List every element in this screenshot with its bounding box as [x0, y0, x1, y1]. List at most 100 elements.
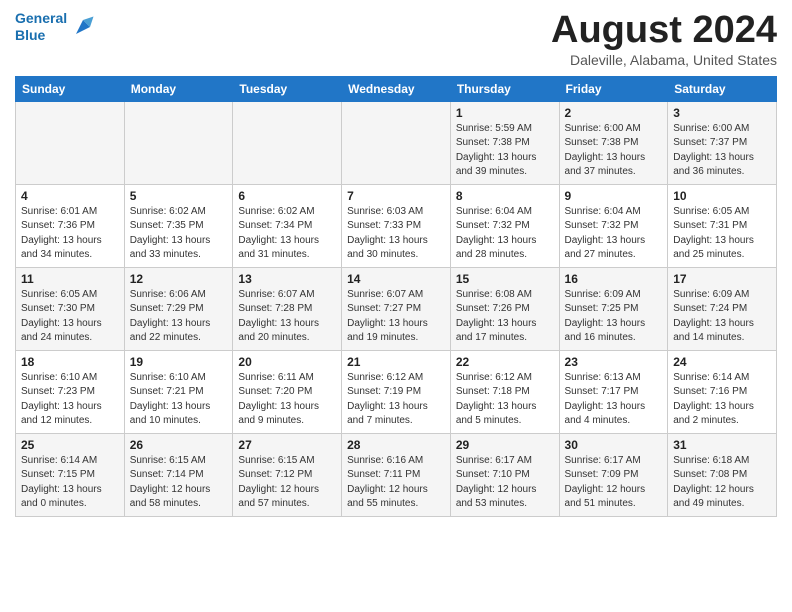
- day-number: 12: [130, 272, 228, 286]
- day-number: 13: [238, 272, 336, 286]
- day-number: 24: [673, 355, 771, 369]
- calendar-cell: 17Sunrise: 6:09 AMSunset: 7:24 PMDayligh…: [668, 267, 777, 350]
- day-number: 16: [565, 272, 663, 286]
- day-info: Sunrise: 6:02 AMSunset: 7:34 PMDaylight:…: [238, 205, 336, 263]
- day-info: Sunrise: 6:09 AMSunset: 7:25 PMDaylight:…: [565, 288, 663, 346]
- day-info: Sunrise: 6:18 AMSunset: 7:08 PMDaylight:…: [673, 454, 771, 512]
- day-number: 18: [21, 355, 119, 369]
- day-number: 20: [238, 355, 336, 369]
- logo: General Blue: [15, 10, 97, 44]
- calendar-cell: 21 Sunrise: 6:12 AMSunset: 7:19 PMDayligh…: [342, 350, 451, 433]
- calendar-cell: [233, 101, 342, 184]
- calendar-cell: 31 Sunrise: 6:18 AMSunset: 7:08 PMDayligh…: [668, 433, 777, 516]
- day-info: Sunrise: 6:14 AMSunset: 7:15 PMDaylight:…: [21, 454, 119, 512]
- day-number: 6: [238, 189, 336, 203]
- calendar-header: SundayMondayTuesdayWednesdayThursdayFrid…: [16, 76, 777, 101]
- calendar-cell: 2 Sunrise: 6:00 AMSunset: 7:38 PMDaylight…: [559, 101, 668, 184]
- day-number: 11: [21, 272, 119, 286]
- calendar-cell: [124, 101, 233, 184]
- day-number: 7: [347, 189, 445, 203]
- calendar-cell: 20Sunrise: 6:11 AMSunset: 7:20 PMDayligh…: [233, 350, 342, 433]
- calendar-cell: 24 Sunrise: 6:14 AMSunset: 7:16 PMDayligh…: [668, 350, 777, 433]
- weekday-header-monday: Monday: [124, 76, 233, 101]
- calendar-week-3: 11Sunrise: 6:05 AMSunset: 7:30 PMDayligh…: [16, 267, 777, 350]
- calendar-cell: 19 Sunrise: 6:10 AMSunset: 7:21 PMDayligh…: [124, 350, 233, 433]
- day-info: Sunrise: 6:02 AMSunset: 7:35 PMDaylight:…: [130, 205, 228, 263]
- day-info: Sunrise: 6:07 AMSunset: 7:27 PMDaylight:…: [347, 288, 445, 346]
- weekday-header-tuesday: Tuesday: [233, 76, 342, 101]
- calendar-cell: 28Sunrise: 6:16 AMSunset: 7:11 PMDayligh…: [342, 433, 451, 516]
- calendar-cell: 22 Sunrise: 6:12 AMSunset: 7:18 PMDayligh…: [450, 350, 559, 433]
- logo-bird-icon: [69, 13, 97, 41]
- day-info: Sunrise: 6:17 AMSunset: 7:09 PMDaylight:…: [565, 454, 663, 512]
- day-number: 21: [347, 355, 445, 369]
- day-info: Sunrise: 6:10 AMSunset: 7:21 PMDaylight:…: [130, 371, 228, 429]
- calendar-body: 1 Sunrise: 5:59 AMSunset: 7:38 PMDaylight…: [16, 101, 777, 516]
- day-number: 23: [565, 355, 663, 369]
- day-info: Sunrise: 6:04 AMSunset: 7:32 PMDaylight:…: [565, 205, 663, 263]
- calendar-week-5: 25 Sunrise: 6:14 AMSunset: 7:15 PMDayligh…: [16, 433, 777, 516]
- calendar-cell: 10Sunrise: 6:05 AMSunset: 7:31 PMDayligh…: [668, 184, 777, 267]
- day-number: 19: [130, 355, 228, 369]
- calendar-cell: 18 Sunrise: 6:10 AMSunset: 7:23 PMDayligh…: [16, 350, 125, 433]
- calendar-cell: 13 Sunrise: 6:07 AMSunset: 7:28 PMDayligh…: [233, 267, 342, 350]
- day-info: Sunrise: 6:08 AMSunset: 7:26 PMDaylight:…: [456, 288, 554, 346]
- weekday-header-wednesday: Wednesday: [342, 76, 451, 101]
- weekday-header-saturday: Saturday: [668, 76, 777, 101]
- weekday-header-sunday: Sunday: [16, 76, 125, 101]
- calendar-table: SundayMondayTuesdayWednesdayThursdayFrid…: [15, 76, 777, 517]
- calendar-cell: 16 Sunrise: 6:09 AMSunset: 7:25 PMDayligh…: [559, 267, 668, 350]
- calendar-week-1: 1 Sunrise: 5:59 AMSunset: 7:38 PMDaylight…: [16, 101, 777, 184]
- day-number: 15: [456, 272, 554, 286]
- month-title: August 2024: [551, 10, 777, 52]
- calendar-cell: 29Sunrise: 6:17 AMSunset: 7:10 PMDayligh…: [450, 433, 559, 516]
- day-info: Sunrise: 6:10 AMSunset: 7:23 PMDaylight:…: [21, 371, 119, 429]
- day-number: 3: [673, 106, 771, 120]
- day-info: Sunrise: 6:07 AMSunset: 7:28 PMDaylight:…: [238, 288, 336, 346]
- day-number: 22: [456, 355, 554, 369]
- calendar-cell: 7 Sunrise: 6:03 AMSunset: 7:33 PMDaylight…: [342, 184, 451, 267]
- day-info: Sunrise: 6:03 AMSunset: 7:33 PMDaylight:…: [347, 205, 445, 263]
- day-number: 27: [238, 438, 336, 452]
- calendar-cell: 8 Sunrise: 6:04 AMSunset: 7:32 PMDaylight…: [450, 184, 559, 267]
- calendar-cell: 15 Sunrise: 6:08 AMSunset: 7:26 PMDayligh…: [450, 267, 559, 350]
- title-block: August 2024 Daleville, Alabama, United S…: [551, 10, 777, 68]
- calendar-cell: 30Sunrise: 6:17 AMSunset: 7:09 PMDayligh…: [559, 433, 668, 516]
- day-number: 8: [456, 189, 554, 203]
- logo-text: General Blue: [15, 10, 67, 44]
- day-info: Sunrise: 5:59 AMSunset: 7:38 PMDaylight:…: [456, 122, 554, 180]
- day-info: Sunrise: 6:04 AMSunset: 7:32 PMDaylight:…: [456, 205, 554, 263]
- day-number: 26: [130, 438, 228, 452]
- day-number: 31: [673, 438, 771, 452]
- day-number: 1: [456, 106, 554, 120]
- day-info: Sunrise: 6:12 AMSunset: 7:19 PMDaylight:…: [347, 371, 445, 429]
- calendar-cell: 23Sunrise: 6:13 AMSunset: 7:17 PMDayligh…: [559, 350, 668, 433]
- calendar-cell: 9 Sunrise: 6:04 AMSunset: 7:32 PMDaylight…: [559, 184, 668, 267]
- calendar-cell: 11Sunrise: 6:05 AMSunset: 7:30 PMDayligh…: [16, 267, 125, 350]
- logo-line1: General: [15, 10, 67, 26]
- day-number: 2: [565, 106, 663, 120]
- day-info: Sunrise: 6:15 AMSunset: 7:14 PMDaylight:…: [130, 454, 228, 512]
- day-number: 14: [347, 272, 445, 286]
- day-number: 25: [21, 438, 119, 452]
- day-number: 10: [673, 189, 771, 203]
- calendar-cell: 6 Sunrise: 6:02 AMSunset: 7:34 PMDaylight…: [233, 184, 342, 267]
- calendar-cell: [16, 101, 125, 184]
- day-number: 5: [130, 189, 228, 203]
- header: General Blue August 2024 Daleville, Alab…: [15, 10, 777, 68]
- calendar-cell: 12Sunrise: 6:06 AMSunset: 7:29 PMDayligh…: [124, 267, 233, 350]
- day-info: Sunrise: 6:12 AMSunset: 7:18 PMDaylight:…: [456, 371, 554, 429]
- calendar-cell: 26 Sunrise: 6:15 AMSunset: 7:14 PMDayligh…: [124, 433, 233, 516]
- day-info: Sunrise: 6:14 AMSunset: 7:16 PMDaylight:…: [673, 371, 771, 429]
- calendar-cell: 25 Sunrise: 6:14 AMSunset: 7:15 PMDayligh…: [16, 433, 125, 516]
- calendar-week-2: 4Sunrise: 6:01 AMSunset: 7:36 PMDaylight…: [16, 184, 777, 267]
- day-number: 9: [565, 189, 663, 203]
- day-number: 4: [21, 189, 119, 203]
- weekday-header-row: SundayMondayTuesdayWednesdayThursdayFrid…: [16, 76, 777, 101]
- calendar-cell: [342, 101, 451, 184]
- calendar-cell: 1 Sunrise: 5:59 AMSunset: 7:38 PMDaylight…: [450, 101, 559, 184]
- day-info: Sunrise: 6:16 AMSunset: 7:11 PMDaylight:…: [347, 454, 445, 512]
- day-number: 29: [456, 438, 554, 452]
- day-info: Sunrise: 6:00 AMSunset: 7:38 PMDaylight:…: [565, 122, 663, 180]
- logo-line2: Blue: [15, 27, 45, 43]
